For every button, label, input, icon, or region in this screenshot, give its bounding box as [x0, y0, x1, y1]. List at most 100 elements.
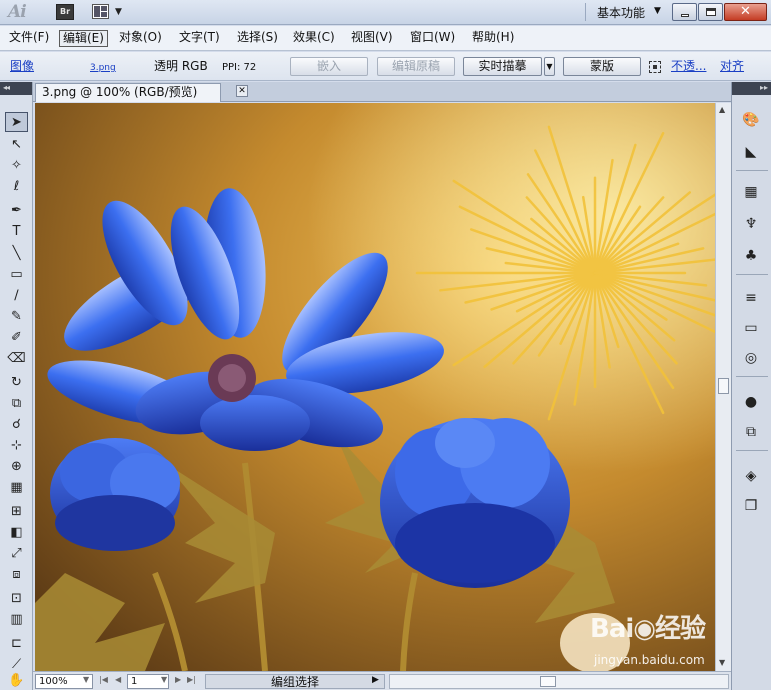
opacity-link[interactable]: 不透...: [671, 59, 706, 74]
pencil-tool-icon[interactable]: ✎: [5, 306, 28, 326]
vertical-scrollbar[interactable]: ▲ ▼: [715, 103, 731, 671]
blend-tool-icon[interactable]: ⧈: [5, 564, 28, 584]
menu-view[interactable]: 视图(V): [348, 30, 396, 47]
appearance-panel-icon[interactable]: ●: [740, 392, 762, 412]
bridge-button[interactable]: Br: [56, 4, 74, 20]
title-bar: Ai Br ▼ 基本功能 ▼ ✕: [0, 0, 771, 25]
scroll-up-icon[interactable]: ▲: [719, 105, 725, 114]
minimize-button[interactable]: [672, 3, 697, 21]
workspace-switcher[interactable]: 基本功能: [597, 4, 645, 21]
transparency-panel-icon[interactable]: ◎: [740, 348, 762, 368]
tab-close-icon[interactable]: ✕: [236, 85, 248, 97]
menu-edit[interactable]: 编辑(E): [59, 30, 108, 47]
app-logo: Ai: [8, 2, 27, 22]
watermark-logo: Bai◉经验: [590, 614, 706, 644]
edit-original-button[interactable]: 编辑原稿: [377, 57, 455, 76]
layers-panel-icon[interactable]: ◈: [740, 466, 762, 486]
workspace-chevron-icon[interactable]: ▼: [654, 6, 661, 16]
menu-object[interactable]: 对象(O): [116, 30, 165, 47]
scroll-down-icon[interactable]: ▼: [719, 658, 725, 667]
placed-image: [35, 103, 715, 671]
watermark-url: jingyan.baidu.com: [594, 653, 705, 667]
dock-expand-handle[interactable]: ▸▸: [732, 82, 771, 95]
zoom-chevron-icon[interactable]: ▼: [83, 675, 89, 684]
type-tool-icon[interactable]: T: [5, 221, 28, 241]
hand-tool-icon[interactable]: ✋: [5, 672, 28, 688]
last-artboard-icon[interactable]: ▶|: [187, 675, 196, 684]
maximize-icon: [706, 8, 716, 16]
eraser-tool-icon[interactable]: ⌫: [5, 348, 28, 368]
rotate-tool-icon[interactable]: ↻: [5, 372, 28, 392]
status-menu-icon[interactable]: ▶: [372, 675, 379, 685]
tools-panel: ◂◂ ➤ ↖ ✧ ℓ ✒ T ╲ ▭ ∕ ✎ ✐ ⌫ ↻ ⧉ ☌ ⊹ ⊕ ▦ ⊞…: [0, 82, 33, 690]
color-guide-icon[interactable]: ◣: [740, 142, 762, 162]
menu-file[interactable]: 文件(F): [6, 30, 52, 47]
stroke-panel-icon[interactable]: ≡: [740, 288, 762, 308]
color-mode: 透明 RGB: [154, 59, 208, 73]
panel-dock: ▸▸ 🎨 ◣ ▦ ♆ ♣ ≡ ▭ ◎ ● ⧉ ◈ ❐: [731, 82, 771, 690]
paintbrush-tool-icon[interactable]: ∕: [5, 285, 28, 305]
symbol-sprayer-tool-icon[interactable]: ⊡: [5, 588, 28, 608]
divider: [736, 376, 768, 377]
menu-select[interactable]: 选择(S): [234, 30, 281, 47]
live-trace-dropdown[interactable]: ▼: [544, 57, 555, 76]
arrange-documents-button[interactable]: ▼: [92, 4, 126, 20]
menu-window[interactable]: 窗口(W): [407, 30, 458, 47]
gradient-tool-icon[interactable]: ◧: [5, 522, 28, 542]
magic-wand-tool-icon[interactable]: ✧: [5, 155, 28, 175]
graphic-styles-panel-icon[interactable]: ⧉: [740, 422, 762, 442]
align-link[interactable]: 对齐: [720, 59, 744, 74]
image-link[interactable]: 图像: [10, 59, 34, 74]
slice-tool-icon[interactable]: ⟋: [5, 654, 28, 674]
pen-tool-icon[interactable]: ✒: [5, 200, 28, 220]
mask-icon[interactable]: [649, 61, 661, 73]
ppi-value: PPI: 72: [222, 62, 257, 73]
selection-tool-icon[interactable]: ➤: [5, 112, 28, 132]
mesh-tool-icon[interactable]: ⊞: [5, 501, 28, 521]
color-panel-icon[interactable]: 🎨: [740, 110, 762, 130]
panel-collapse-handle[interactable]: ◂◂: [0, 82, 32, 95]
shape-builder-tool-icon[interactable]: ⊕: [5, 456, 28, 476]
divider: [736, 170, 768, 171]
warp-tool-icon[interactable]: ☌: [5, 414, 28, 434]
status-info[interactable]: 编组选择: [205, 674, 385, 689]
artboards-panel-icon[interactable]: ❐: [740, 496, 762, 516]
horizontal-scroll-thumb[interactable]: [540, 676, 556, 687]
menu-type[interactable]: 文字(T): [176, 30, 223, 47]
menu-effect[interactable]: 效果(C): [290, 30, 338, 47]
maximize-button[interactable]: [698, 3, 723, 21]
symbols-panel-icon[interactable]: ♣: [740, 246, 762, 266]
filename-link[interactable]: 3.png: [90, 61, 116, 76]
menu-help[interactable]: 帮助(H): [469, 30, 517, 47]
column-graph-tool-icon[interactable]: ▥: [5, 609, 28, 629]
vertical-scroll-thumb[interactable]: [718, 378, 729, 394]
line-tool-icon[interactable]: ╲: [5, 243, 28, 263]
perspective-grid-tool-icon[interactable]: ▦: [5, 477, 28, 497]
swatches-panel-icon[interactable]: ▦: [740, 182, 762, 202]
chevron-down-icon: ▼: [115, 7, 122, 17]
rectangle-tool-icon[interactable]: ▭: [5, 264, 28, 284]
document-tab[interactable]: 3.png @ 100% (RGB/预览): [35, 83, 221, 102]
scale-tool-icon[interactable]: ⧉: [5, 393, 28, 413]
arrange-grid-icon: [92, 4, 109, 19]
artboard-chevron-icon[interactable]: ▼: [161, 675, 167, 684]
next-artboard-icon[interactable]: ▶: [175, 675, 181, 684]
mask-button[interactable]: 蒙版: [563, 57, 641, 76]
lasso-tool-icon[interactable]: ℓ: [5, 176, 28, 196]
eyedropper-tool-icon[interactable]: ⤢: [5, 543, 28, 563]
blob-brush-tool-icon[interactable]: ✐: [5, 327, 28, 347]
divider: [736, 450, 768, 451]
prev-artboard-icon[interactable]: ◀: [115, 675, 121, 684]
free-transform-tool-icon[interactable]: ⊹: [5, 435, 28, 455]
artboard-canvas[interactable]: Bai◉经验 jingyan.baidu.com: [35, 103, 715, 671]
embed-button[interactable]: 嵌入: [290, 57, 368, 76]
brushes-panel-icon[interactable]: ♆: [740, 214, 762, 234]
horizontal-scrollbar[interactable]: [389, 674, 729, 689]
close-button[interactable]: ✕: [724, 3, 767, 21]
live-trace-button[interactable]: 实时描摹: [463, 57, 542, 76]
gradient-panel-icon[interactable]: ▭: [740, 318, 762, 338]
divider: [585, 3, 586, 21]
direct-selection-tool-icon[interactable]: ↖: [5, 134, 28, 154]
first-artboard-icon[interactable]: |◀: [99, 675, 108, 684]
artboard-tool-icon[interactable]: ⊏: [5, 633, 28, 653]
